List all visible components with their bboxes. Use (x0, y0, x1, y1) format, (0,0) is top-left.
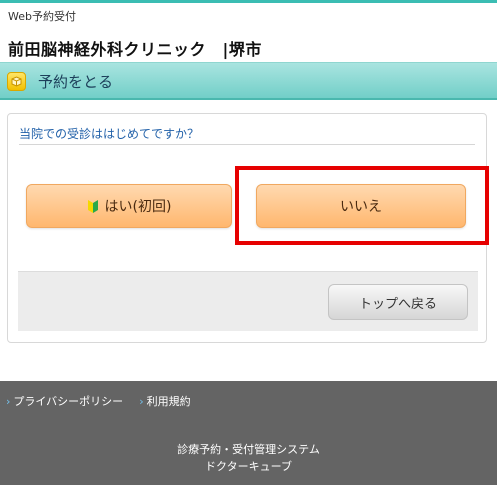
chevron-right-icon: › (6, 395, 11, 408)
back-to-top-label: トップへ戻る (358, 296, 437, 312)
question-text: 当院での受診ははじめてですか？ (19, 127, 200, 141)
page-title: 予約をとる (38, 73, 114, 91)
footer: › プライバシーポリシー › 利用規約 診療予約・受付管理システム ドクターキューブ (0, 381, 497, 485)
clinic-name: 前田脳神経外科クリニック |堺市 (8, 40, 262, 59)
chevron-right-icon: › (139, 395, 144, 408)
highlight-box (235, 166, 489, 245)
top-accent-line (0, 0, 497, 3)
privacy-policy-link[interactable]: › プライバシーポリシー (6, 393, 123, 409)
terms-of-use-link[interactable]: › 利用規約 (139, 393, 190, 409)
calendar-box-icon (7, 72, 26, 91)
yes-first-visit-button[interactable]: はい(初回) (26, 184, 232, 228)
yes-button-label: はい(初回) (104, 199, 172, 215)
navigation-area: トップへ戻る (18, 271, 478, 331)
service-label: Web予約受付 (8, 10, 76, 23)
system-brand: ドクターキューブ (205, 460, 292, 473)
back-to-top-button[interactable]: トップへ戻る (328, 284, 468, 320)
footer-links: › プライバシーポリシー › 利用規約 (6, 393, 191, 409)
system-name: 診療予約・受付管理システム (177, 443, 320, 456)
question-divider (19, 144, 475, 145)
section-title-bar: 予約をとる (0, 62, 497, 100)
beginner-leaf-icon (87, 198, 99, 214)
